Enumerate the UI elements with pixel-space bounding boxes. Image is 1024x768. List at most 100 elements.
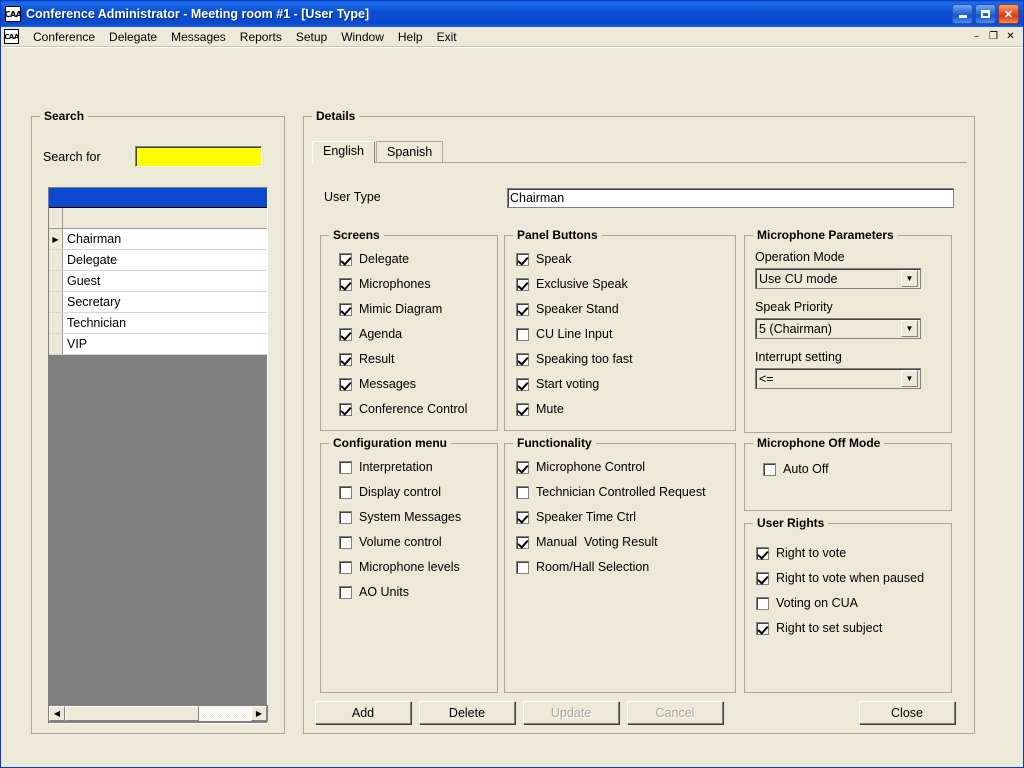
checkbox-panel-speaker-stand[interactable]: Speaker Stand (516, 300, 735, 318)
tab-spanish[interactable]: Spanish (376, 141, 444, 162)
checkbox-auto-off[interactable]: Auto Off (763, 460, 951, 478)
checkbox-label: Display control (359, 485, 441, 499)
checkbox-func-technician-controlled-request[interactable]: Technician Controlled Request (516, 483, 735, 501)
mdi-restore-button[interactable]: ❐ (985, 29, 1002, 44)
mdi-child-icon[interactable]: CAA (4, 29, 19, 44)
minimize-button[interactable] (952, 4, 973, 24)
table-row[interactable]: Secretary (49, 292, 267, 313)
table-row[interactable]: VIP (49, 334, 267, 355)
checkbox-screens-result[interactable]: Result (339, 350, 497, 368)
checkbox-panel-cu-line-input[interactable]: CU Line Input (516, 325, 735, 343)
close-window-button[interactable]: ✕ (998, 4, 1019, 24)
checkbox-screens-microphones[interactable]: Microphones (339, 275, 497, 293)
table-row[interactable]: Guest (49, 271, 267, 292)
scrollbar-thumb[interactable] (65, 706, 199, 721)
user-type-grid[interactable]: ▶ Chairman Delegate Guest Secretary Tech… (48, 187, 268, 724)
checkbox-right-to-vote-when-paused[interactable]: Right to vote when paused (756, 569, 951, 587)
checkbox-screens-delegate[interactable]: Delegate (339, 250, 497, 268)
cancel-button[interactable]: Cancel (627, 701, 723, 724)
delete-button[interactable]: Delete (419, 701, 515, 724)
checkbox-config-microphone-levels[interactable]: Microphone levels (339, 558, 497, 576)
menu-item-exit[interactable]: Exit (430, 28, 464, 46)
update-button[interactable]: Update (523, 701, 619, 724)
checkbox-screens-messages[interactable]: Messages (339, 375, 497, 393)
checkbox-icon (339, 560, 352, 574)
tab-english[interactable]: English (312, 141, 375, 163)
maximize-button[interactable] (975, 4, 996, 24)
menu-item-messages[interactable]: Messages (164, 28, 233, 46)
details-group-title: Details (312, 109, 360, 123)
checkbox-label: Exclusive Speak (536, 277, 628, 291)
checkbox-panel-speak[interactable]: Speak (516, 250, 735, 268)
grid-horizontal-scrollbar[interactable]: ◀ ▶ (48, 705, 268, 722)
checkbox-label: Technician Controlled Request (536, 485, 706, 499)
user-rights-group-title: User Rights (753, 516, 829, 530)
search-for-label: Search for (43, 150, 101, 164)
search-input[interactable] (135, 146, 262, 167)
menu-item-reports[interactable]: Reports (233, 28, 289, 46)
table-row[interactable]: Technician (49, 313, 267, 334)
checkbox-icon (516, 302, 529, 316)
operation-mode-value: Use CU mode (759, 271, 838, 286)
operation-mode-label: Operation Mode (755, 250, 845, 264)
checkbox-panel-exclusive-speak[interactable]: Exclusive Speak (516, 275, 735, 293)
checkbox-label: Right to vote (776, 546, 847, 560)
microphone-off-mode-group-title: Microphone Off Mode (753, 436, 885, 450)
checkbox-func-speaker-time-ctrl[interactable]: Speaker Time Ctrl (516, 508, 735, 526)
checkbox-right-to-vote[interactable]: Right to vote (756, 544, 951, 562)
checkbox-panel-speaking-too-fast[interactable]: Speaking too fast (516, 350, 735, 368)
row-indicator-icon (49, 313, 63, 333)
menu-item-window[interactable]: Window (334, 28, 391, 46)
checkbox-config-volume-control[interactable]: Volume control (339, 533, 497, 551)
checkbox-right-to-set-subject[interactable]: Right to set subject (756, 619, 951, 637)
mdi-window-controls: – ❐ ✕ (968, 29, 1023, 44)
chevron-down-icon[interactable]: ▼ (901, 370, 918, 387)
search-group-title: Search (40, 109, 89, 123)
application-window: CAA Conference Administrator - Meeting r… (0, 0, 1024, 768)
checkbox-screens-conference-control[interactable]: Conference Control (339, 400, 497, 418)
checkbox-config-display-control[interactable]: Display control (339, 483, 497, 501)
menu-item-delegate[interactable]: Delegate (102, 28, 164, 46)
checkbox-icon (516, 560, 529, 574)
speak-priority-label: Speak Priority (755, 300, 833, 314)
menu-item-conference[interactable]: Conference (26, 28, 102, 46)
scroll-left-arrow-icon[interactable]: ◀ (49, 706, 65, 721)
user-type-input[interactable] (507, 188, 954, 208)
checkbox-icon (756, 546, 769, 560)
scrollbar-track[interactable] (65, 706, 251, 721)
checkbox-func-room-hall-selection[interactable]: Room/Hall Selection (516, 558, 735, 576)
checkbox-voting-on-cua[interactable]: Voting on CUA (756, 594, 951, 612)
close-button[interactable]: Close (859, 701, 955, 724)
checkbox-config-system-messages[interactable]: System Messages (339, 508, 497, 526)
menu-item-setup[interactable]: Setup (289, 28, 334, 46)
checkbox-label: Room/Hall Selection (536, 560, 650, 574)
row-indicator-icon (49, 271, 63, 291)
checkbox-panel-start-voting[interactable]: Start voting (516, 375, 735, 393)
speak-priority-select[interactable]: 5 (Chairman) ▼ (755, 318, 921, 339)
mdi-close-button[interactable]: ✕ (1002, 29, 1019, 44)
checkbox-label: Manual Voting Result (536, 535, 658, 549)
add-button[interactable]: Add (315, 701, 411, 724)
checkbox-icon (756, 571, 769, 585)
checkbox-func-manual-voting-result[interactable]: Manual Voting Result (516, 533, 735, 551)
row-indicator-icon: ▶ (49, 229, 63, 249)
grid-rows: ▶ Chairman Delegate Guest Secretary Tech… (49, 229, 267, 355)
checkbox-label: Delegate (359, 252, 410, 266)
checkbox-label: Mimic Diagram (359, 302, 443, 316)
checkbox-screens-agenda[interactable]: Agenda (339, 325, 497, 343)
checkbox-config-interpretation[interactable]: Interpretation (339, 458, 497, 476)
interrupt-setting-select[interactable]: <= ▼ (755, 368, 921, 389)
checkbox-label: Volume control (359, 535, 442, 549)
table-row[interactable]: Delegate (49, 250, 267, 271)
checkbox-panel-mute[interactable]: Mute (516, 400, 735, 418)
menu-item-help[interactable]: Help (391, 28, 430, 46)
operation-mode-select[interactable]: Use CU mode ▼ (755, 268, 921, 289)
mdi-minimize-button[interactable]: – (968, 29, 985, 44)
scroll-right-arrow-icon[interactable]: ▶ (251, 706, 267, 721)
checkbox-screens-mimic-diagram[interactable]: Mimic Diagram (339, 300, 497, 318)
chevron-down-icon[interactable]: ▼ (901, 270, 918, 287)
table-row[interactable]: ▶ Chairman (49, 229, 267, 250)
checkbox-config-ao-units[interactable]: AO Units (339, 583, 497, 601)
checkbox-func-microphone-control[interactable]: Microphone Control (516, 458, 735, 476)
chevron-down-icon[interactable]: ▼ (901, 320, 918, 337)
